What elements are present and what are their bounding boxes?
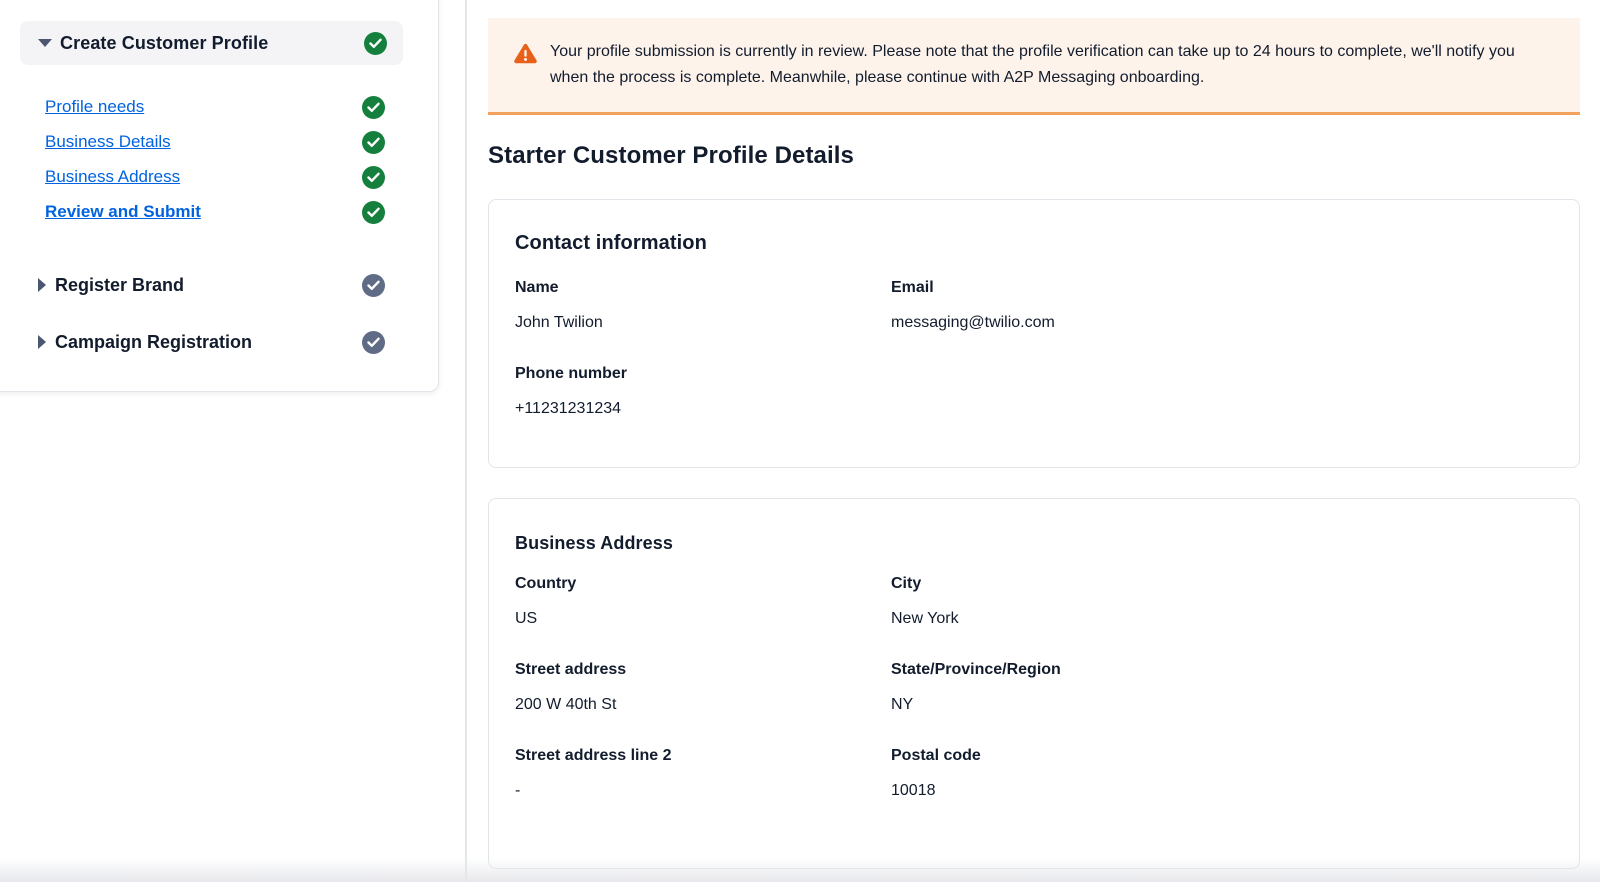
- link-business-address[interactable]: Business Address: [45, 167, 180, 187]
- check-muted-icon: [362, 331, 385, 354]
- check-complete-icon: [362, 131, 385, 154]
- substep-row: Profile needs: [45, 95, 385, 119]
- field-postal-code: Postal code 10018: [891, 745, 1553, 802]
- field-label: Postal code: [891, 745, 1553, 767]
- card-heading: Business Address: [515, 531, 1553, 555]
- substep-row: Review and Submit: [45, 200, 385, 224]
- step-label: Campaign Registration: [55, 332, 252, 353]
- link-profile-needs[interactable]: Profile needs: [45, 97, 144, 117]
- field-value: John Twilion: [515, 312, 891, 334]
- field-state-province-region: State/Province/Region NY: [891, 659, 1553, 716]
- field-value: -: [515, 780, 891, 802]
- field-street-address-line-2: Street address line 2 -: [515, 745, 891, 802]
- field-empty: [891, 363, 1553, 420]
- field-value: NY: [891, 694, 1553, 716]
- step-campaign-registration[interactable]: Campaign Registration: [38, 330, 385, 354]
- check-muted-icon: [362, 274, 385, 297]
- onboarding-steps-panel: Create Customer Profile Profile needs Bu…: [0, 0, 439, 392]
- field-value: New York: [891, 608, 1553, 630]
- field-value: 200 W 40th St: [515, 694, 891, 716]
- field-grid: Name John Twilion Email messaging@twilio…: [515, 277, 1553, 420]
- field-label: Street address line 2: [515, 745, 891, 767]
- field-grid: Country US City New York Street address …: [515, 573, 1553, 802]
- check-complete-icon: [362, 96, 385, 119]
- field-label: Email: [891, 277, 1553, 299]
- field-phone-number: Phone number +11231231234: [515, 363, 891, 420]
- step-label: Create Customer Profile: [60, 33, 268, 54]
- link-business-details[interactable]: Business Details: [45, 132, 171, 152]
- banner-text: Your profile submission is currently in …: [550, 39, 1552, 91]
- field-value: US: [515, 608, 891, 630]
- field-country: Country US: [515, 573, 891, 630]
- step-create-customer-profile[interactable]: Create Customer Profile: [20, 21, 403, 65]
- warning-icon: [514, 43, 537, 69]
- substep-row: Business Address: [45, 165, 385, 189]
- check-complete-icon: [362, 166, 385, 189]
- chevron-right-icon: [38, 278, 46, 292]
- field-label: State/Province/Region: [891, 659, 1553, 681]
- chevron-down-icon: [38, 39, 52, 47]
- business-address-card: Business Address Country US City New Yor…: [488, 498, 1580, 869]
- field-label: Street address: [515, 659, 891, 681]
- field-label: Phone number: [515, 363, 891, 385]
- chevron-right-icon: [38, 335, 46, 349]
- field-label: Country: [515, 573, 891, 595]
- page-title: Starter Customer Profile Details: [488, 141, 854, 171]
- step-label: Register Brand: [55, 275, 184, 296]
- card-heading: Contact information: [515, 230, 1553, 256]
- field-label: Name: [515, 277, 891, 299]
- field-value: 10018: [891, 780, 1553, 802]
- field-city: City New York: [891, 573, 1553, 630]
- field-value: messaging@twilio.com: [891, 312, 1553, 334]
- field-name: Name John Twilion: [515, 277, 891, 334]
- field-email: Email messaging@twilio.com: [891, 277, 1553, 334]
- step-register-brand[interactable]: Register Brand: [38, 273, 385, 297]
- contact-information-card: Contact information Name John Twilion Em…: [488, 199, 1580, 468]
- substep-row: Business Details: [45, 130, 385, 154]
- check-complete-icon: [364, 32, 387, 55]
- vertical-divider: [465, 0, 467, 882]
- field-value: +11231231234: [515, 398, 891, 420]
- link-review-and-submit[interactable]: Review and Submit: [45, 202, 201, 222]
- check-complete-icon: [362, 201, 385, 224]
- review-warning-banner: Your profile submission is currently in …: [488, 18, 1580, 115]
- field-label: City: [891, 573, 1553, 595]
- field-street-address: Street address 200 W 40th St: [515, 659, 891, 716]
